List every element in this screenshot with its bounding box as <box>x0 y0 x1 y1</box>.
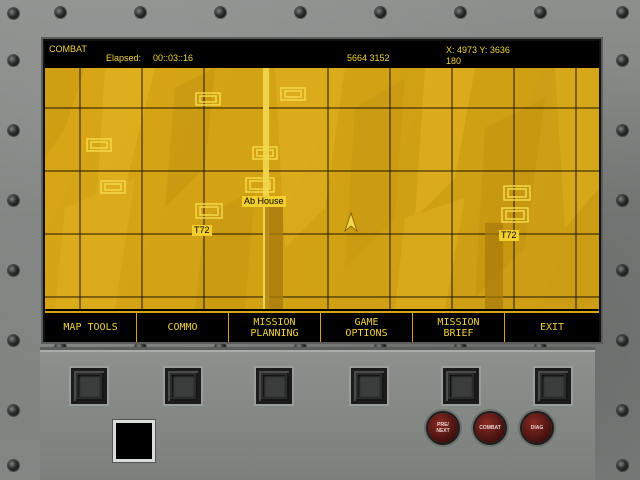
rivet <box>8 195 19 206</box>
map-label-t72: T72 <box>192 225 212 236</box>
rivet <box>8 8 19 19</box>
game-root: COMBAT Elapsed: 00::03::16 5664 3152 X: … <box>0 0 640 480</box>
rivet <box>295 7 306 18</box>
black-key-button[interactable] <box>113 420 155 462</box>
elapsed-label: Elapsed: <box>106 53 142 63</box>
hardware-button-2[interactable] <box>165 368 201 404</box>
heading-readout: 180 <box>446 56 462 66</box>
coordinates-readout: X: 4973 Y: 3636 <box>446 45 510 55</box>
rivet <box>617 55 628 66</box>
rivet <box>617 195 628 206</box>
game-options-button[interactable]: GAME OPTIONS <box>321 313 413 342</box>
rivet <box>617 335 628 346</box>
mode-label: COMBAT <box>49 44 87 54</box>
rivet <box>8 460 19 471</box>
rivet <box>135 7 146 18</box>
map-tools-button[interactable]: MAP TOOLS <box>45 313 137 342</box>
rivet <box>8 335 19 346</box>
rivet <box>617 460 628 471</box>
rivet <box>8 55 19 66</box>
commo-button[interactable]: COMMO <box>137 313 229 342</box>
elapsed-value: 00::03::16 <box>153 53 194 63</box>
rivet <box>535 7 546 18</box>
tactical-map[interactable]: Ab House T72 T72 <box>45 68 599 309</box>
mission-planning-button[interactable]: MISSION PLANNING <box>229 313 321 342</box>
map-graphics <box>45 68 599 309</box>
rivet <box>617 7 628 18</box>
hardware-button-5[interactable] <box>443 368 479 404</box>
map-screen: COMBAT Elapsed: 00::03::16 5664 3152 X: … <box>43 39 601 342</box>
map-label-t72: T72 <box>499 230 519 241</box>
main-menu: MAP TOOLS COMMO MISSION PLANNING GAME OP… <box>45 311 599 342</box>
hardware-button-3[interactable] <box>256 368 292 404</box>
rivet <box>617 125 628 136</box>
rivet <box>455 7 466 18</box>
rivet <box>8 265 19 276</box>
rivet <box>215 7 226 18</box>
diag-button[interactable]: DIAG <box>522 413 552 443</box>
hardware-button-6[interactable] <box>535 368 571 404</box>
exit-button[interactable]: EXIT <box>505 313 599 342</box>
rivet <box>8 125 19 136</box>
combat-button[interactable]: COMBAT <box>475 413 505 443</box>
rivet <box>617 405 628 416</box>
grid-reference: 5664 3152 <box>347 53 390 63</box>
hardware-button-4[interactable] <box>351 368 387 404</box>
mission-brief-button[interactable]: MISSION BRIEF <box>413 313 505 342</box>
hardware-button-1[interactable] <box>71 368 107 404</box>
pre-next-button[interactable]: PRE/ NEXT <box>428 413 458 443</box>
rivet <box>375 7 386 18</box>
map-label-ab-house: Ab House <box>242 196 286 207</box>
rivet <box>8 405 19 416</box>
status-bar: COMBAT Elapsed: 00::03::16 5664 3152 X: … <box>45 41 599 68</box>
rivet <box>617 265 628 276</box>
unit-marker <box>245 177 275 193</box>
rivet <box>55 7 66 18</box>
